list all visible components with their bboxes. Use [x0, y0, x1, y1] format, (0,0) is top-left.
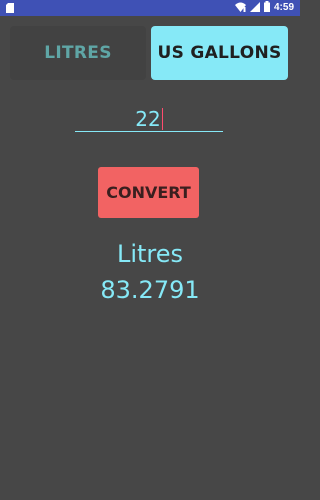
result-value: 83.2791 [100, 276, 200, 304]
signal-icon [249, 1, 260, 15]
sd-card-icon [6, 3, 14, 13]
amount-input-value: 22 [135, 107, 161, 131]
us-gallons-unit-label: US GALLONS [157, 43, 282, 63]
text-caret [161, 108, 163, 130]
convert-button[interactable]: CONVERT [98, 167, 199, 218]
amount-input[interactable]: 22 [75, 106, 223, 132]
battery-icon [263, 1, 270, 15]
litres-unit-button[interactable]: LITRES [10, 26, 146, 80]
status-time: 4:59 [273, 2, 294, 13]
us-gallons-unit-button[interactable]: US GALLONS [151, 26, 288, 80]
status-icons: 4:59 [234, 1, 294, 15]
status-bar: 4:59 [0, 0, 300, 16]
litres-unit-label: LITRES [44, 43, 112, 63]
convert-button-label: CONVERT [106, 183, 191, 202]
result-unit-label: Litres [116, 240, 184, 268]
wifi-icon [234, 2, 246, 15]
